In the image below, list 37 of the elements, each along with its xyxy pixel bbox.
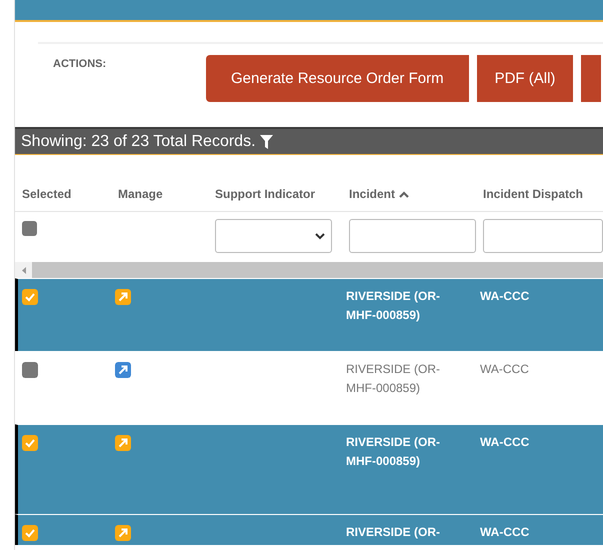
table-row[interactable]: RIVERSIDE (OR- WA-CCC [15, 514, 603, 545]
filter-field[interactable] [483, 219, 603, 253]
column-header[interactable]: Manage [118, 187, 163, 201]
filter-dropdown[interactable] [215, 219, 332, 253]
records-count: Showing: 23 of 23 Total Records. [21, 132, 256, 150]
scroll-left-icon[interactable] [22, 266, 26, 274]
open-link-icon[interactable] [115, 525, 131, 541]
filter-field[interactable] [349, 219, 476, 253]
table-row[interactable]: RIVERSIDE (OR-MHF-000859) WA-CCC [15, 424, 603, 514]
checkbox[interactable] [22, 362, 38, 378]
open-link-icon[interactable] [115, 362, 131, 378]
column-header[interactable]: Support Indicator [215, 187, 315, 201]
column-header[interactable]: Incident [349, 187, 410, 201]
dispatch-cell-text: WA-CCC [480, 361, 530, 378]
checkbox[interactable] [22, 525, 38, 541]
incident-cell-text: RIVERSIDE (OR-MHF-000859) [346, 361, 442, 397]
incident-cell-text: RIVERSIDE (OR-MHF-000859) [346, 434, 442, 470]
horizontal-scrollbar[interactable] [15, 262, 603, 278]
incident-cell-text: RIVERSIDE (OR-MHF-000859) [346, 288, 442, 324]
filter-icon[interactable] [260, 134, 273, 148]
open-link-icon[interactable] [115, 435, 131, 451]
column-header[interactable]: Incident Dispatch [483, 187, 584, 201]
table-row[interactable]: RIVERSIDE (OR-MHF-000859) WA-CCC [15, 278, 603, 351]
action-button[interactable] [581, 55, 602, 102]
checkbox[interactable] [22, 435, 38, 451]
dispatch-cell-text: WA-CCC [480, 288, 530, 305]
checkbox[interactable] [22, 289, 38, 305]
select-all-checkbox[interactable] [22, 221, 37, 236]
dispatch-cell-text: WA-CCC [480, 434, 530, 451]
column-header[interactable]: Selected [22, 187, 72, 201]
actions-label: ACTIONS: [52, 57, 108, 70]
action-button[interactable]: PDF (All) [476, 55, 574, 102]
dispatch-cell-text: WA-CCC [480, 524, 530, 541]
incident-cell-text: RIVERSIDE (OR- [346, 524, 442, 541]
action-button[interactable]: Generate Resource Order Form [206, 55, 469, 102]
chevron-down-icon [315, 232, 325, 240]
open-link-icon[interactable] [115, 289, 131, 305]
